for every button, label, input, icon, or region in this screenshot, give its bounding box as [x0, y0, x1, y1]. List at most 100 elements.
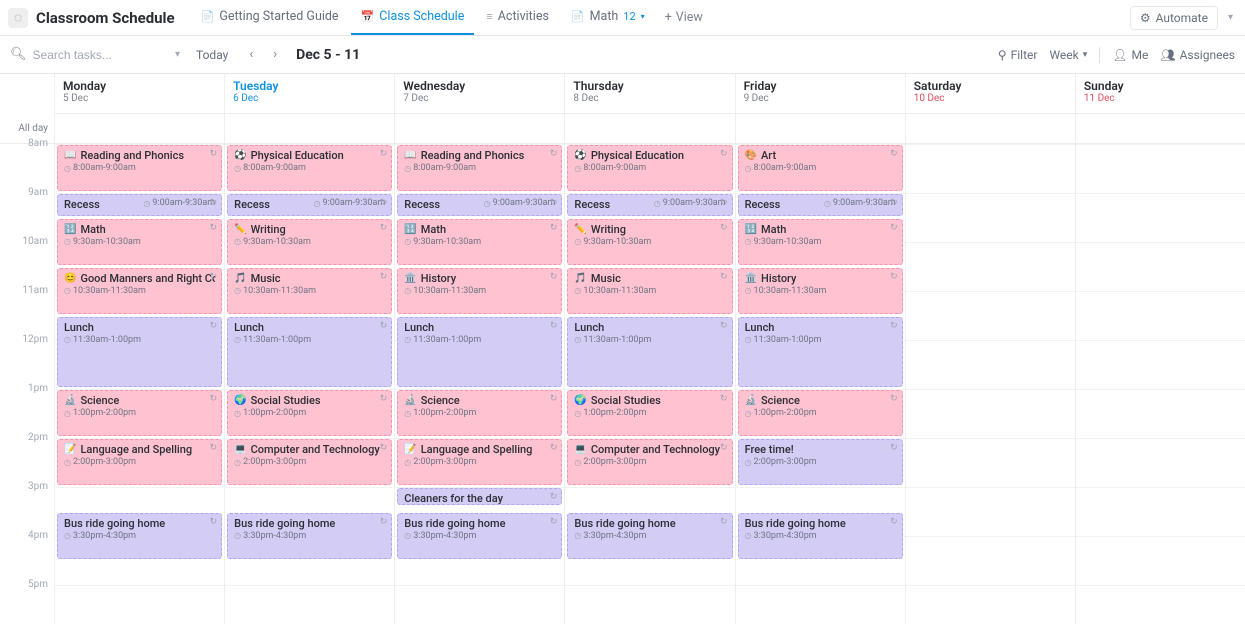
today-button[interactable]: Today [190, 46, 234, 64]
tab-class-schedule[interactable]: 📅Class Schedule [351, 0, 475, 35]
clock-icon: ◷ [404, 531, 411, 540]
clock-icon: ◷ [574, 409, 581, 418]
all-day-cell[interactable] [55, 114, 224, 144]
event-bus-ride-going-home[interactable]: ↻Bus ride going home◷3:30pm-4:30pm [567, 513, 732, 559]
day-name: Sunday [1084, 79, 1237, 93]
event-lunch[interactable]: ↻Lunch◷11:30am-1:00pm [227, 317, 392, 388]
event-lunch[interactable]: ↻Lunch◷11:30am-1:00pm [57, 317, 222, 388]
event-computer-and-technology[interactable]: ↻💻Computer and Technology◷2:00pm-3:00pm [567, 439, 732, 485]
day-header: Wednesday7 Dec [395, 74, 564, 114]
hour-row: 4pm [0, 536, 54, 585]
event-bus-ride-going-home[interactable]: ↻Bus ride going home◷3:30pm-4:30pm [227, 513, 392, 559]
chevron-down-icon[interactable]: ▾ [641, 12, 645, 21]
me-button[interactable]: 👤︎ Me [1112, 48, 1148, 62]
filter-button[interactable]: ⚲ Filter [998, 48, 1038, 62]
event-physical-education[interactable]: ↻⚽Physical Education◷8:00am-9:00am [567, 145, 732, 191]
event-reading-and-phonics[interactable]: ↻📖Reading and Phonics◷8:00am-9:00am [57, 145, 222, 191]
event-computer-and-technology[interactable]: ↻💻Computer and Technology◷2:00pm-3:00pm [227, 439, 392, 485]
day-body[interactable] [906, 144, 1075, 624]
event-social-studies[interactable]: ↻🌍Social Studies◷1:00pm-2:00pm [567, 390, 732, 436]
all-day-cell[interactable] [736, 114, 905, 144]
clock-icon: ◷ [404, 409, 411, 418]
event-music[interactable]: ↻🎵Music◷10:30am-11:30am [567, 268, 732, 314]
all-day-cell[interactable] [565, 114, 734, 144]
all-day-cell[interactable] [1076, 114, 1245, 144]
toolbar: 🔍︎ ▾ Today ‹ › Dec 5 - 11 ⚲ Filter Week … [0, 36, 1245, 74]
recur-icon: ↻ [890, 321, 898, 331]
day-body[interactable]: ↻🎨Art◷8:00am-9:00am ↻Recess◷9:00am-9:30am… [736, 144, 905, 624]
event-physical-education[interactable]: ↻⚽Physical Education◷8:00am-9:00am [227, 145, 392, 191]
search-box[interactable]: 🔍︎ ▾ [10, 47, 180, 62]
event-language-and-spelling[interactable]: ↻📝Language and Spelling◷2:00pm-3:00pm [397, 439, 562, 485]
event-social-studies[interactable]: ↻🌍Social Studies◷1:00pm-2:00pm [227, 390, 392, 436]
event-emoji: 🔬 [404, 395, 416, 406]
all-day-cell[interactable] [906, 114, 1075, 144]
clock-icon: ◷ [824, 199, 831, 208]
day-body[interactable] [1076, 144, 1245, 624]
event-music[interactable]: ↻🎵Music◷10:30am-11:30am [227, 268, 392, 314]
event-lunch[interactable]: ↻Lunch◷11:30am-1:00pm [567, 317, 732, 388]
event-emoji: 💻 [234, 444, 246, 455]
all-day-cell[interactable] [395, 114, 564, 144]
recur-icon: ↻ [890, 443, 898, 453]
event-recess[interactable]: ↻Recess◷9:00am-9:30am [738, 194, 903, 216]
tab-getting-started-guide[interactable]: 📄Getting Started Guide [191, 0, 349, 35]
event-lunch[interactable]: ↻Lunch◷11:30am-1:00pm [397, 317, 562, 388]
search-input[interactable] [33, 48, 153, 62]
event-time: ◷9:00am-9:30am [314, 198, 386, 208]
tab-icon: 📄 [571, 10, 585, 23]
event-math[interactable]: ↻🔢Math◷9:30am-10:30am [738, 219, 903, 265]
event-bus-ride-going-home[interactable]: ↻Bus ride going home◷3:30pm-4:30pm [57, 513, 222, 559]
day-body[interactable]: ↻📖Reading and Phonics◷8:00am-9:00am ↻Rece… [55, 144, 224, 624]
event-history[interactable]: ↻🏛️History◷10:30am-11:30am [397, 268, 562, 314]
event-science[interactable]: ↻🔬Science◷1:00pm-2:00pm [57, 390, 222, 436]
event-recess[interactable]: ↻Recess◷9:00am-9:30am [567, 194, 732, 216]
prev-week-button[interactable]: ‹ [244, 45, 258, 64]
event-good-manners-and-right-conduct[interactable]: ↻😊Good Manners and Right Conduct◷10:30am… [57, 268, 222, 314]
clock-icon: ◷ [574, 164, 581, 173]
day-body[interactable]: ↻⚽Physical Education◷8:00am-9:00am ↻Reces… [565, 144, 734, 624]
clock-icon: ◷ [574, 531, 581, 540]
event-bus-ride-going-home[interactable]: ↻Bus ride going home◷3:30pm-4:30pm [397, 513, 562, 559]
event-recess[interactable]: ↻Recess◷9:00am-9:30am [397, 194, 562, 216]
event-science[interactable]: ↻🔬Science◷1:00pm-2:00pm [397, 390, 562, 436]
day-body[interactable]: ↻📖Reading and Phonics◷8:00am-9:00am ↻Rece… [395, 144, 564, 624]
search-chevron-icon[interactable]: ▾ [175, 49, 180, 60]
recur-icon: ↻ [380, 517, 388, 527]
next-week-button[interactable]: › [268, 45, 282, 64]
assignees-button[interactable]: 👥︎ Assignees [1160, 48, 1235, 62]
more-chevron[interactable]: ▾ [1224, 8, 1237, 27]
recur-icon: ↻ [210, 223, 218, 233]
tab-math[interactable]: 📄Math12▾ [561, 0, 655, 35]
event-science[interactable]: ↻🔬Science◷1:00pm-2:00pm [738, 390, 903, 436]
event-language-and-spelling[interactable]: ↻📝Language and Spelling◷2:00pm-3:00pm [57, 439, 222, 485]
event-history[interactable]: ↻🏛️History◷10:30am-11:30am [738, 268, 903, 314]
event-recess[interactable]: ↻Recess◷9:00am-9:30am [57, 194, 222, 216]
event-writing[interactable]: ↻✏️Writing◷9:30am-10:30am [227, 219, 392, 265]
all-day-cell[interactable] [225, 114, 394, 144]
event-bus-ride-going-home[interactable]: ↻Bus ride going home◷3:30pm-4:30pm [738, 513, 903, 559]
day-body[interactable]: ↻⚽Physical Education◷8:00am-9:00am ↻Reces… [225, 144, 394, 624]
event-writing[interactable]: ↻✏️Writing◷9:30am-10:30am [567, 219, 732, 265]
event-free-time-[interactable]: ↻Free time!◷2:00pm-3:00pm [738, 439, 903, 485]
event-cleaners-for-the-day[interactable]: ↻Cleaners for the day◷3:00pm-3:20pm [397, 488, 562, 505]
view-mode-dropdown[interactable]: Week ▾ [1049, 48, 1087, 62]
event-emoji: 🔬 [64, 395, 76, 406]
tab-activities[interactable]: ≡Activities [476, 0, 559, 35]
recur-icon: ↻ [550, 272, 558, 282]
add-view-button[interactable]: + View [655, 10, 713, 25]
tab-icon: ≡ [486, 10, 492, 23]
event-math[interactable]: ↻🔢Math◷9:30am-10:30am [397, 219, 562, 265]
event-reading-and-phonics[interactable]: ↻📖Reading and Phonics◷8:00am-9:00am [397, 145, 562, 191]
event-time: ◷9:00am-9:30am [143, 198, 215, 208]
event-title: Bus ride going home [64, 517, 215, 530]
event-art[interactable]: ↻🎨Art◷8:00am-9:00am [738, 145, 903, 191]
recur-icon: ↻ [210, 149, 218, 159]
hour-row: 12pm [0, 340, 54, 389]
event-math[interactable]: ↻🔢Math◷9:30am-10:30am [57, 219, 222, 265]
workspace-title: Classroom Schedule [36, 9, 175, 27]
day-header: Sunday11 Dec [1076, 74, 1245, 114]
event-recess[interactable]: ↻Recess◷9:00am-9:30am [227, 194, 392, 216]
automate-button[interactable]: ⚙︎ Automate [1130, 6, 1218, 30]
event-lunch[interactable]: ↻Lunch◷11:30am-1:00pm [738, 317, 903, 388]
